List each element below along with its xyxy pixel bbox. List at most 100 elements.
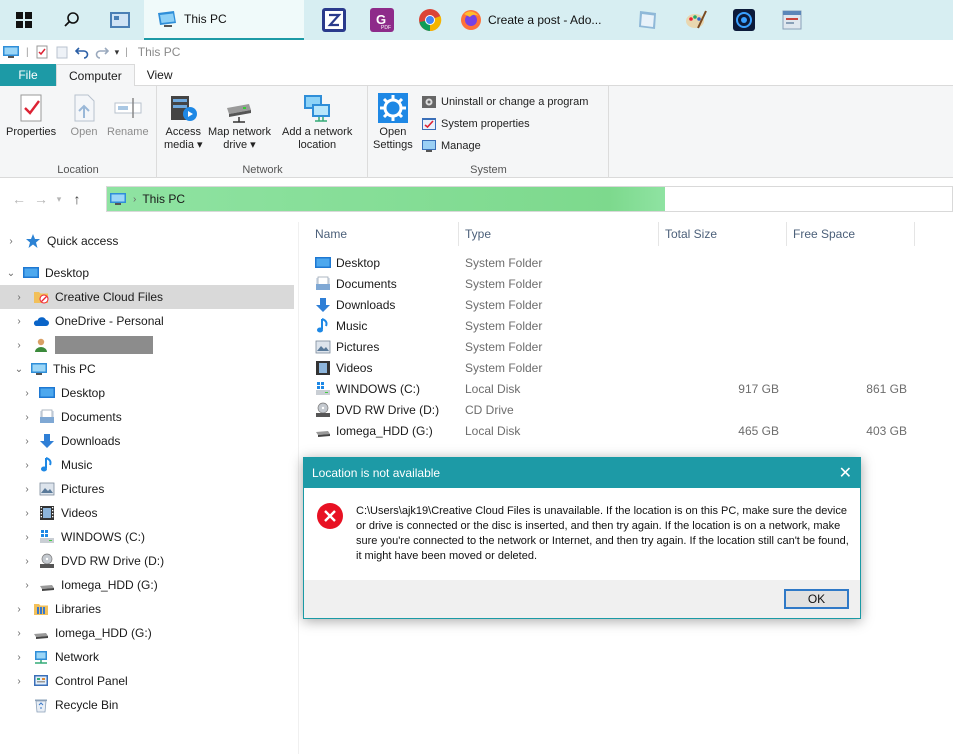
- nav-pc-iomega-drive[interactable]: › Iomega_HDD (G:): [0, 573, 294, 597]
- nav-pc-documents[interactable]: › Documents: [0, 405, 294, 429]
- nav-pc-videos[interactable]: › Videos: [0, 501, 294, 525]
- taskbar-firefox-window[interactable]: Create a post - Ado...: [454, 0, 624, 40]
- properties-button[interactable]: Properties: [6, 92, 56, 139]
- open-button[interactable]: Open: [68, 92, 100, 139]
- error-icon: [317, 503, 343, 529]
- column-header-free-space[interactable]: Free Space: [787, 222, 915, 246]
- up-arrow-icon[interactable]: ↑: [66, 191, 88, 207]
- taskbar-explorer-window[interactable]: This PC: [144, 0, 304, 40]
- rename-button[interactable]: Rename: [107, 92, 149, 139]
- nav-creative-cloud-files[interactable]: › Creative Cloud Files: [0, 285, 294, 309]
- chevron-right-icon[interactable]: ›: [21, 556, 33, 567]
- file-row-videos[interactable]: Videos System Folder: [299, 357, 953, 378]
- search-button[interactable]: [48, 0, 96, 40]
- chevron-right-icon[interactable]: ›: [13, 628, 25, 639]
- dvd-drive-icon: [316, 402, 330, 417]
- nav-pc-dvd-drive[interactable]: › DVD RW Drive (D:): [0, 549, 294, 573]
- file-row-pictures[interactable]: Pictures System Folder: [299, 336, 953, 357]
- breadcrumb-separator-icon[interactable]: ›: [133, 194, 136, 205]
- file-name: Videos: [336, 360, 373, 375]
- start-button[interactable]: [0, 0, 48, 40]
- tab-view[interactable]: View: [135, 64, 185, 86]
- nav-pc-pictures-label: Pictures: [61, 482, 105, 496]
- undo-icon[interactable]: [74, 45, 89, 59]
- nav-pc-windows-drive[interactable]: › WINDOWS (C:): [0, 525, 294, 549]
- file-row-downloads[interactable]: Downloads System Folder: [299, 294, 953, 315]
- new-folder-small-icon[interactable]: [55, 45, 69, 59]
- properties-small-icon[interactable]: [35, 45, 49, 59]
- file-row-documents[interactable]: Documents System Folder: [299, 273, 953, 294]
- nav-pc-downloads[interactable]: › Downloads: [0, 429, 294, 453]
- access-media-button[interactable]: Access media ▾: [164, 92, 203, 152]
- column-header-name[interactable]: Name: [309, 222, 459, 246]
- chevron-right-icon[interactable]: ›: [13, 292, 25, 303]
- nav-this-pc[interactable]: ⌄ This PC: [0, 357, 294, 381]
- file-row-iomega-drive[interactable]: Iomega_HDD (G:) Local Disk 465 GB 403 GB: [299, 420, 953, 441]
- chevron-down-icon[interactable]: ⌄: [13, 364, 25, 375]
- close-icon[interactable]: ✕: [839, 463, 852, 483]
- chevron-right-icon[interactable]: ›: [21, 484, 33, 495]
- chevron-right-icon[interactable]: ›: [13, 340, 25, 351]
- system-properties-button[interactable]: System properties: [421, 116, 530, 132]
- taskbar-app-circle[interactable]: [720, 0, 768, 40]
- column-header-total-size[interactable]: Total Size: [659, 222, 787, 246]
- this-pc-small-icon: [3, 46, 19, 58]
- chevron-right-icon[interactable]: ›: [21, 460, 33, 471]
- chevron-right-icon[interactable]: ›: [21, 412, 33, 423]
- chevron-right-icon[interactable]: ›: [21, 580, 33, 591]
- chevron-right-icon[interactable]: ›: [21, 508, 33, 519]
- tab-computer[interactable]: Computer: [56, 64, 135, 87]
- chevron-right-icon[interactable]: ›: [13, 652, 25, 663]
- tab-file[interactable]: File: [0, 64, 56, 86]
- forward-arrow-icon[interactable]: →: [30, 191, 52, 207]
- breadcrumb-this-pc[interactable]: This PC: [142, 192, 185, 206]
- nav-libraries[interactable]: › Libraries: [0, 597, 294, 621]
- nav-onedrive[interactable]: › OneDrive - Personal: [0, 309, 294, 333]
- file-total-size: [665, 336, 779, 357]
- manage-button[interactable]: Manage: [421, 138, 481, 154]
- map-network-drive-button[interactable]: Map network drive ▾: [208, 92, 271, 152]
- taskbar-app-chrome[interactable]: [406, 0, 454, 40]
- ok-button[interactable]: OK: [784, 589, 849, 609]
- nav-pc-desktop[interactable]: › Desktop: [0, 381, 294, 405]
- chevron-right-icon[interactable]: ›: [21, 532, 33, 543]
- nav-recycle-bin[interactable]: Recycle Bin: [0, 693, 294, 717]
- chevron-right-icon[interactable]: ›: [13, 676, 25, 687]
- task-view-button[interactable]: [96, 0, 144, 40]
- nav-user-folder[interactable]: ›: [0, 333, 294, 357]
- add-network-location-button[interactable]: Add a network location: [282, 92, 352, 152]
- chevron-right-icon[interactable]: ›: [13, 604, 25, 615]
- recent-locations-icon[interactable]: ▾: [52, 194, 66, 205]
- redo-icon[interactable]: [95, 45, 109, 59]
- file-row-windows-drive[interactable]: WINDOWS (C:) Local Disk 917 GB 861 GB: [299, 378, 953, 399]
- chevron-right-icon[interactable]: ›: [5, 236, 17, 247]
- nav-pc-pictures[interactable]: › Pictures: [0, 477, 294, 501]
- dialog-title-bar[interactable]: Location is not available ✕: [304, 458, 860, 488]
- uninstall-program-button[interactable]: Uninstall or change a program: [421, 94, 588, 110]
- column-header-type[interactable]: Type: [459, 222, 659, 246]
- taskbar-app-window[interactable]: [768, 0, 816, 40]
- nav-control-panel[interactable]: › Control Panel: [0, 669, 294, 693]
- chevron-down-icon[interactable]: ⌄: [5, 268, 17, 279]
- file-row-desktop[interactable]: Desktop System Folder: [299, 252, 953, 273]
- back-arrow-icon[interactable]: ←: [8, 191, 30, 207]
- taskbar-app-pdf[interactable]: G PDF: [358, 0, 406, 40]
- app-window-icon: [782, 10, 802, 30]
- chevron-right-icon[interactable]: ›: [21, 388, 33, 399]
- file-row-music[interactable]: Music System Folder: [299, 315, 953, 336]
- window-title: This PC: [137, 45, 181, 59]
- taskbar-app-notes[interactable]: [624, 0, 672, 40]
- address-bar[interactable]: › This PC: [106, 186, 953, 212]
- taskbar-app-zoom[interactable]: [310, 0, 358, 40]
- nav-quick-access[interactable]: › Quick access: [0, 229, 294, 253]
- nav-desktop[interactable]: ⌄ Desktop: [0, 261, 294, 285]
- qat-customize-icon[interactable]: ▾: [115, 47, 120, 58]
- open-settings-button[interactable]: Open Settings: [373, 92, 413, 152]
- taskbar-app-paint[interactable]: [672, 0, 720, 40]
- nav-network[interactable]: › Network: [0, 645, 294, 669]
- nav-iomega-drive[interactable]: › Iomega_HDD (G:): [0, 621, 294, 645]
- file-row-dvd-drive[interactable]: DVD RW Drive (D:) CD Drive: [299, 399, 953, 420]
- nav-pc-music[interactable]: › Music: [0, 453, 294, 477]
- chevron-right-icon[interactable]: ›: [13, 316, 25, 327]
- chevron-right-icon[interactable]: ›: [21, 436, 33, 447]
